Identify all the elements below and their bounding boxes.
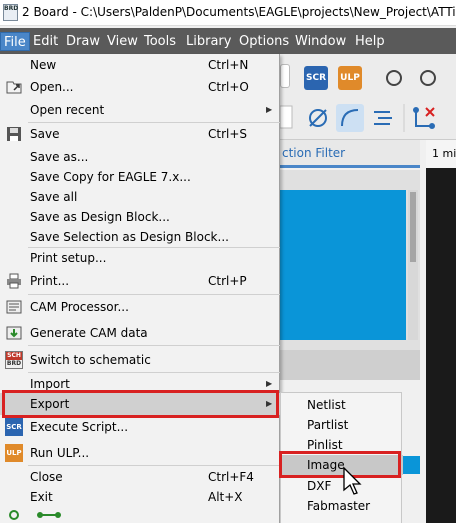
submenu-item-label: Fabmaster [307, 499, 371, 513]
script-icon: SCR [5, 418, 23, 436]
save-disk-icon [7, 127, 21, 141]
menu-item-open[interactable]: Open... Ctrl+O [0, 76, 280, 98]
ulp-icon: ULP [5, 444, 23, 462]
export-highlight-outline [2, 390, 279, 418]
menu-item-label: New [30, 58, 57, 72]
filter-list[interactable] [280, 190, 406, 340]
menu-window[interactable]: Window [292, 32, 349, 51]
menu-item-save[interactable]: Save Ctrl+S [0, 123, 280, 145]
menu-item-label: Save Copy for EAGLE 7.x... [30, 170, 191, 184]
open-folder-icon [6, 81, 22, 94]
ripup-icon[interactable] [413, 107, 435, 129]
menu-item-save-design-block[interactable]: Save as Design Block... [0, 206, 280, 228]
menu-item-label: Execute Script... [30, 420, 129, 434]
mouse-cursor-icon [343, 466, 362, 495]
cam-processor-icon [6, 300, 22, 314]
menu-item-execute-script[interactable]: SCR Execute Script... [0, 416, 280, 438]
filter-panel [280, 170, 420, 350]
menu-item-label: CAM Processor... [30, 300, 129, 314]
route-tool-highlight[interactable] [336, 104, 364, 132]
menu-item-save-all[interactable]: Save all [0, 186, 280, 208]
brd-text: BRD [6, 360, 22, 367]
menu-item-label: Save as Design Block... [30, 210, 170, 224]
menu-item-label: Open... [30, 80, 74, 94]
toolbar-area: SCR ULP [280, 54, 456, 140]
generate-cam-icon [6, 326, 22, 340]
menu-item-label: Close [30, 470, 63, 484]
board-canvas[interactable] [426, 168, 456, 523]
menu-item-shortcut: Alt+X [208, 490, 243, 504]
menu-item-cam-processor[interactable]: CAM Processor... [0, 296, 280, 318]
selected-strip [402, 456, 420, 474]
zoom-out-icon[interactable] [386, 70, 402, 86]
menu-item-close[interactable]: Close Ctrl+F4 [0, 466, 280, 488]
menu-item-save-as[interactable]: Save as... [0, 146, 280, 168]
menu-draw[interactable]: Draw [63, 32, 103, 51]
window-title: 2 Board - C:\Users\PaldenP\Documents\EAG… [22, 5, 456, 19]
image-highlight-outline [279, 451, 401, 478]
title-bar: BRD 2 Board - C:\Users\PaldenP\Documents… [0, 0, 456, 26]
menu-help[interactable]: Help [352, 32, 388, 51]
menu-item-label: Save [30, 127, 60, 141]
toolbar-field[interactable] [280, 105, 293, 129]
printer-icon [7, 273, 21, 289]
menu-item-shortcut: Ctrl+P [208, 274, 247, 288]
board-app-icon: BRD [3, 4, 18, 21]
menu-item-label: Save as... [30, 150, 89, 164]
menu-file[interactable]: File [0, 32, 30, 51]
no-connect-icon[interactable] [309, 109, 327, 127]
run-ulp-toolbar-button[interactable]: ULP [338, 66, 362, 90]
menu-item-label: Print setup... [30, 251, 107, 265]
menu-item-label: Run ULP... [30, 446, 90, 460]
submenu-arrow-icon: ▶ [266, 105, 273, 114]
menu-edit[interactable]: Edit [30, 32, 61, 51]
menu-item-run-ulp[interactable]: ULP Run ULP... [0, 442, 280, 464]
menu-item-generate-cam[interactable]: Generate CAM data [0, 322, 280, 344]
menu-separator [28, 345, 280, 346]
menu-item-label: Switch to schematic [30, 353, 151, 367]
menu-options[interactable]: Options [236, 32, 292, 51]
toolbar-row-2 [280, 104, 435, 132]
menu-item-shortcut: Ctrl+S [208, 127, 248, 141]
menu-item-new[interactable]: New Ctrl+N [0, 54, 280, 76]
menu-item-open-recent[interactable]: Open recent ▶ [0, 99, 280, 121]
menu-item-label: Open recent [30, 103, 105, 117]
menu-item-label: Save all [30, 190, 78, 204]
menu-item-print[interactable]: Print... Ctrl+P [0, 270, 280, 292]
submenu-item-label: DXF [307, 479, 332, 493]
panel-divider [280, 350, 420, 380]
menu-item-save-copy[interactable]: Save Copy for EAGLE 7.x... [0, 166, 280, 188]
bottom-toolbar-icon[interactable] [0, 505, 70, 523]
scrollbar-thumb[interactable] [410, 192, 416, 262]
menu-item-print-setup[interactable]: Print setup... [0, 247, 280, 269]
menu-bar: File Edit Draw View Tools Library Option… [0, 28, 456, 54]
execute-script-toolbar-button[interactable]: SCR [304, 66, 328, 90]
menu-item-shortcut: Ctrl+N [208, 58, 249, 72]
menu-library[interactable]: Library [183, 32, 234, 51]
filter-scrollbar[interactable] [408, 190, 418, 340]
menu-separator [28, 294, 280, 295]
menu-item-shortcut: Ctrl+F4 [208, 470, 254, 484]
menu-item-label: Generate CAM data [30, 326, 148, 340]
submenu-item-partlist[interactable]: Partlist [281, 415, 403, 435]
submenu-item-fabmaster[interactable]: Fabmaster [281, 496, 403, 516]
toolbar-dropdown[interactable] [280, 64, 290, 88]
file-menu: New Ctrl+N Open... Ctrl+O Open recent ▶ … [0, 54, 280, 523]
selection-filter-tab[interactable]: ction Filter [280, 140, 420, 168]
submenu-item-label: Partlist [307, 418, 349, 432]
menu-item-label: Save Selection as Design Block... [30, 230, 229, 244]
menu-tools[interactable]: Tools [141, 32, 179, 51]
menu-item-save-selection-design-block[interactable]: Save Selection as Design Block... [0, 226, 280, 248]
menu-view[interactable]: View [104, 32, 141, 51]
sch-text: SCH [6, 352, 22, 360]
schematic-icon: SCH BRD [5, 351, 23, 369]
ruler-label: 1 mi [426, 140, 456, 168]
submenu-item-label: Netlist [307, 398, 346, 412]
menu-item-switch-schematic[interactable]: SCH BRD Switch to schematic [0, 349, 280, 371]
menu-item-shortcut: Ctrl+O [208, 80, 249, 94]
submenu-item-netlist[interactable]: Netlist [281, 395, 403, 415]
zoom-in-icon[interactable] [420, 70, 436, 86]
menu-item-label: Print... [30, 274, 70, 288]
meander-icon[interactable] [374, 111, 392, 125]
